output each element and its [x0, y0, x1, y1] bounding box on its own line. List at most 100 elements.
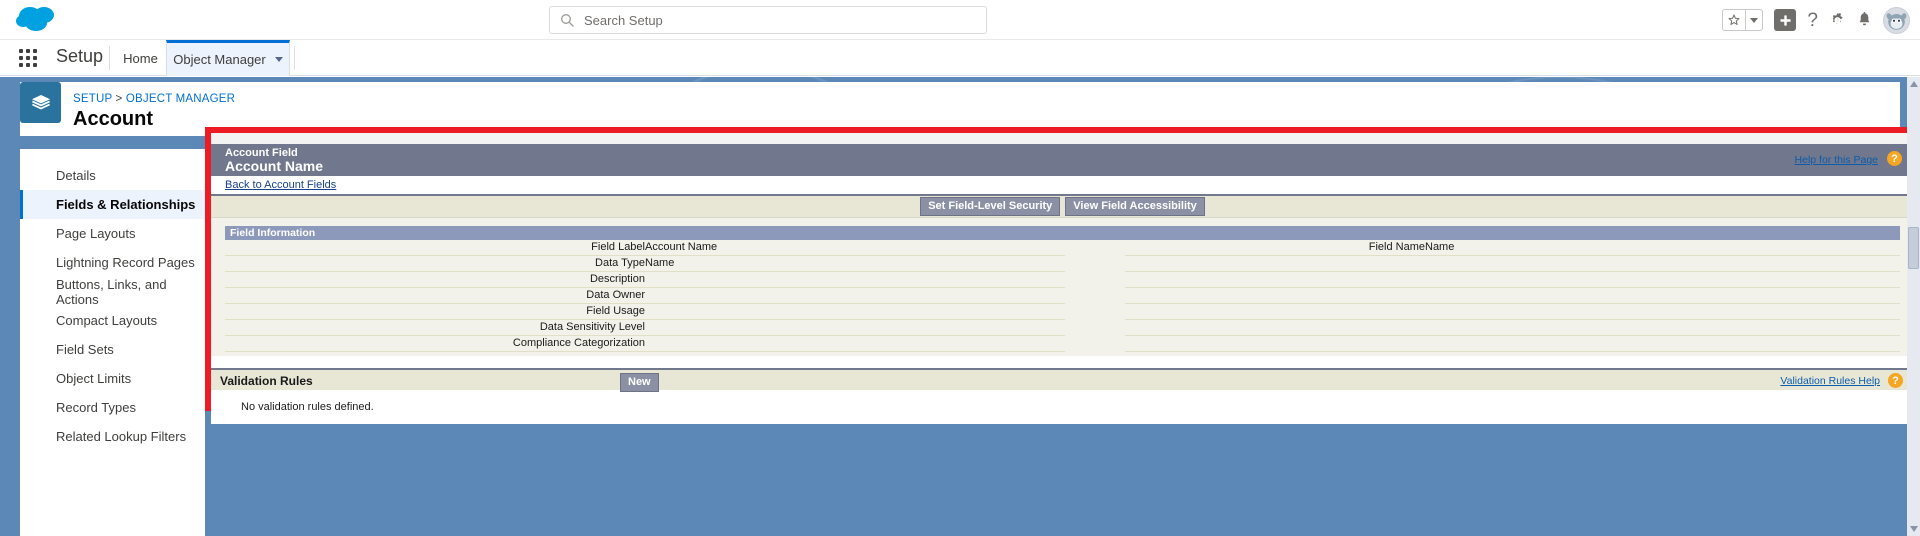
row-label: Data Type — [225, 255, 645, 272]
row-label-2 — [1125, 319, 1425, 336]
salesforce-cloud-logo[interactable] — [14, 2, 60, 36]
row-gap — [1065, 256, 1125, 272]
row-value — [645, 271, 1065, 288]
plus-icon — [1774, 9, 1797, 31]
back-to-account-fields-link[interactable]: Back to Account Fields — [225, 179, 336, 191]
table-row: Field Label Account Name Field Name Name — [225, 240, 1900, 256]
detail-action-buttons: Set Field-Level Security View Field Acce… — [211, 196, 1914, 218]
row-value-2 — [1425, 255, 1900, 272]
view-field-accessibility-button[interactable]: View Field Accessibility — [1065, 197, 1205, 216]
page-scrollbar[interactable] — [1907, 77, 1920, 536]
sidebar-item-record-types[interactable]: Record Types — [20, 393, 205, 422]
breadcrumb-setup-link[interactable]: SETUP — [73, 93, 112, 105]
row-gap — [1065, 336, 1125, 352]
sidebar-item-field-sets[interactable]: Field Sets — [20, 335, 205, 364]
setup-title: Setup — [56, 46, 104, 66]
row-label-2 — [1125, 303, 1425, 320]
field-information-table: Field Label Account Name Field Name Name… — [225, 240, 1900, 352]
avatar[interactable] — [1883, 6, 1910, 34]
row-gap — [1065, 320, 1125, 336]
row-label-2 — [1125, 335, 1425, 352]
sidebar-item-label: Object Limits — [56, 371, 132, 386]
sidebar-item-page-layouts[interactable]: Page Layouts — [20, 219, 205, 248]
nav-divider-2 — [294, 46, 295, 70]
star-icon[interactable] — [1723, 10, 1745, 30]
row-gap — [1065, 288, 1125, 304]
row-label-2 — [1125, 255, 1425, 272]
validation-rules-help-badge-icon[interactable]: ? — [1888, 373, 1903, 388]
scrollbar-thumb[interactable] — [1908, 227, 1919, 269]
sidebar-item-label: Compact Layouts — [56, 313, 158, 328]
highlight-region: Account Field Account Name Help for this… — [205, 127, 1920, 424]
add-button[interactable] — [1774, 9, 1797, 31]
sidebar-item-fields-and-relationships[interactable]: Fields & Relationships — [20, 190, 205, 219]
tab-object-manager[interactable]: Object Manager — [166, 40, 290, 76]
detail-title: Account Name — [225, 158, 324, 174]
help-badge-icon[interactable]: ? — [1887, 151, 1902, 166]
favorites-chevron-down-icon[interactable] — [1745, 10, 1762, 30]
sidebar-item-lightning-record-pages[interactable]: Lightning Record Pages — [20, 248, 205, 277]
field-detail-panel: Account Field Account Name Help for this… — [211, 133, 1914, 424]
row-value — [645, 319, 1065, 336]
layers-stack-icon — [20, 82, 61, 123]
sidebar-item-compact-layouts[interactable]: Compact Layouts — [20, 306, 205, 335]
set-field-level-security-button[interactable]: Set Field-Level Security — [920, 197, 1061, 216]
gear-icon[interactable] — [1829, 12, 1846, 29]
new-validation-rule-button[interactable]: New — [620, 373, 659, 392]
row-gap — [1065, 304, 1125, 320]
row-value — [645, 335, 1065, 352]
row-value-2 — [1425, 287, 1900, 304]
validation-rules-title: Validation Rules — [220, 374, 313, 388]
row-label: Field Label — [225, 240, 645, 256]
breadcrumb-object-manager-link[interactable]: OBJECT MANAGER — [126, 93, 235, 105]
scroll-down-arrow-icon[interactable] — [1910, 526, 1918, 532]
app-launcher-waffle-icon[interactable] — [19, 49, 39, 67]
chevron-down-icon — [274, 57, 283, 62]
sidebar-item-label: Lightning Record Pages — [56, 255, 195, 270]
row-value-2 — [1425, 303, 1900, 320]
help-for-this-page-link[interactable]: Help for this Page — [1795, 154, 1878, 166]
row-label: Field Usage — [225, 303, 645, 320]
row-value-2 — [1425, 335, 1900, 352]
sidebar-item-related-lookup-filters[interactable]: Related Lookup Filters — [20, 422, 205, 451]
global-search-box[interactable] — [549, 6, 987, 34]
table-row: Description — [225, 271, 1900, 288]
table-row: Field Usage — [225, 303, 1900, 320]
header-icon-group: ? — [1722, 0, 1910, 40]
help-icon[interactable]: ? — [1807, 11, 1818, 30]
validation-rules-header: Validation Rules New Validation Rules He… — [211, 368, 1914, 392]
row-label-2 — [1125, 271, 1425, 288]
setup-navigation-bar: Setup Home Object Manager — [0, 40, 1920, 76]
sidebar-item-label: Related Lookup Filters — [56, 429, 187, 444]
table-row: Compliance Categorization — [225, 335, 1900, 352]
sidebar-item-label: Field Sets — [56, 342, 114, 357]
row-value: Name — [645, 255, 1065, 272]
favorites-button-group[interactable] — [1722, 9, 1764, 31]
global-header: ? — [0, 0, 1920, 40]
sidebar-item-label: Record Types — [56, 400, 136, 415]
row-label: Description — [225, 271, 645, 288]
row-label: Data Sensitivity Level — [225, 319, 645, 336]
row-value — [645, 303, 1065, 320]
tab-home[interactable]: Home — [118, 40, 163, 76]
breadcrumb-separator: > — [115, 93, 123, 105]
search-input[interactable] — [584, 7, 986, 33]
sidebar-item-details[interactable]: Details — [20, 161, 205, 190]
row-label-2 — [1125, 287, 1425, 304]
sidebar-item-label: Buttons, Links, and Actions — [56, 276, 167, 307]
sidebar-item-object-limits[interactable]: Object Limits — [20, 364, 205, 393]
scroll-up-arrow-icon[interactable] — [1910, 81, 1918, 87]
row-value-2 — [1425, 319, 1900, 336]
validation-rules-help-link[interactable]: Validation Rules Help — [1780, 375, 1880, 387]
page-backdrop: SETUP > OBJECT MANAGER Account Details F… — [0, 77, 1920, 536]
row-label-2: Field Name — [1125, 240, 1425, 256]
tab-home-label: Home — [123, 50, 158, 66]
panel-top-gap — [211, 133, 1914, 144]
field-information-header: Field Information — [225, 226, 1900, 240]
nav-divider — [109, 46, 110, 70]
validation-rules-section: Validation Rules New Validation Rules He… — [211, 368, 1914, 424]
row-value — [645, 287, 1065, 304]
page-title: Account — [73, 108, 153, 130]
sidebar-item-buttons-links-actions[interactable]: Buttons, Links, and Actions — [20, 276, 205, 307]
bell-icon[interactable] — [1857, 12, 1872, 28]
